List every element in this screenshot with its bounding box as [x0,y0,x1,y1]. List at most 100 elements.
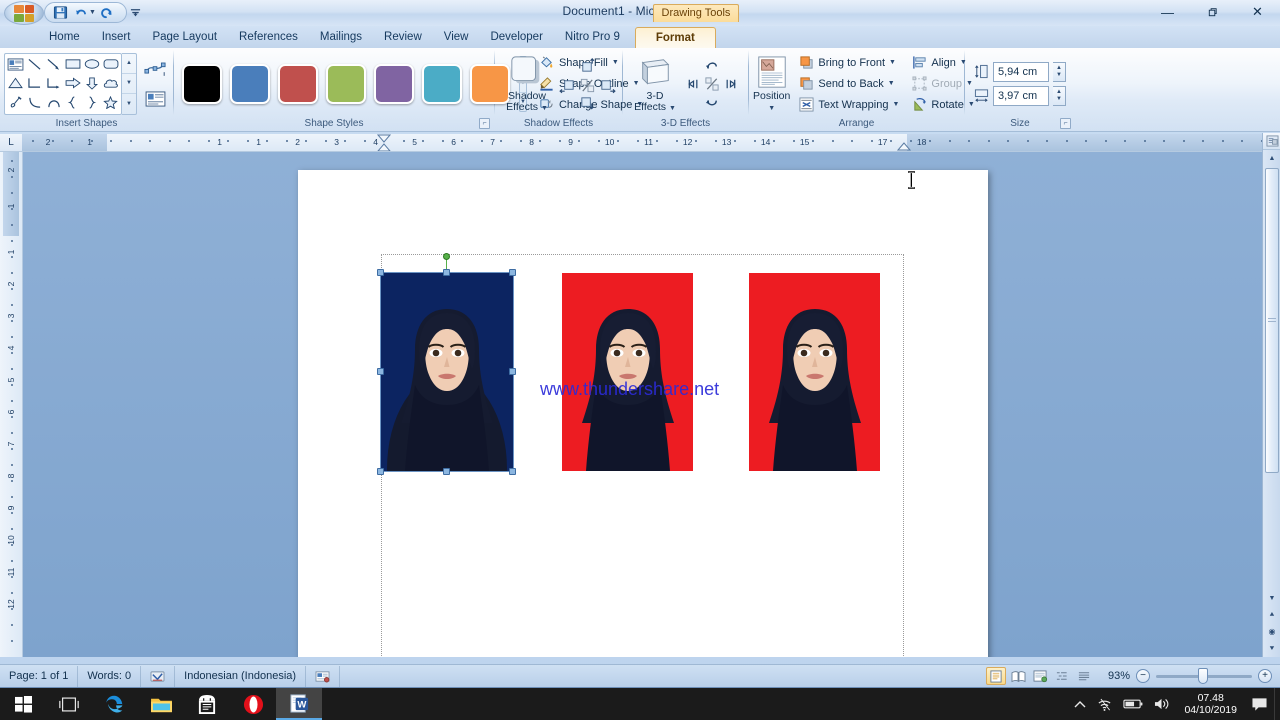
shape-style-teal[interactable] [422,63,462,104]
shape-right-brace-icon[interactable] [82,93,101,112]
zoom-in-button[interactable]: + [1258,669,1272,683]
nudge-shadow-right-icon[interactable] [597,75,617,95]
shape-elbow-connector-icon[interactable] [25,74,44,93]
action-center-icon[interactable] [1251,697,1268,712]
record-macro-icon[interactable] [306,665,341,687]
tab-insert[interactable]: Insert [91,27,142,48]
view-print-layout[interactable] [986,667,1006,685]
tab-developer[interactable]: Developer [479,27,553,48]
three-d-effects-button[interactable]: 3-D Effects ▼ [627,53,683,114]
shapes-scroll-up-icon[interactable]: ▲ [122,54,136,74]
resize-handle-ne[interactable] [509,269,516,276]
select-browse-object-top-icon[interactable] [1263,133,1280,150]
shape-style-purple[interactable] [374,63,414,104]
position-button[interactable]: Position ▼ [753,53,790,114]
status-language[interactable]: Indonesian (Indonesia) [175,665,307,687]
edit-points-icon[interactable] [142,56,168,82]
tab-review[interactable]: Review [373,27,433,48]
taskbar-clock[interactable]: 07.48 04/10/2019 [1180,692,1241,716]
volume-icon[interactable] [1153,697,1170,711]
shape-triangle-icon[interactable] [6,74,25,93]
microsoft-store-taskbar-icon[interactable] [184,688,230,720]
shadow-effects-button[interactable]: Shadow Effects ▼ [499,53,555,114]
shape-style-red[interactable] [278,63,318,104]
view-outline[interactable] [1052,667,1072,685]
nudge-shadow-up-icon[interactable] [577,55,597,75]
tilt-right-icon[interactable] [721,75,739,93]
view-full-screen-reading[interactable] [1008,667,1028,685]
send-to-back-dropdown-icon[interactable]: ▼ [888,80,895,87]
tab-page-layout[interactable]: Page Layout [141,27,228,48]
shape-style-green[interactable] [326,63,366,104]
shape-style-blue[interactable] [230,63,270,104]
file-explorer-taskbar-icon[interactable] [138,688,184,720]
tab-mailings[interactable]: Mailings [309,27,373,48]
edge-taskbar-icon[interactable] [92,688,138,720]
shape-left-brace-icon[interactable] [63,93,82,112]
word-taskbar-icon[interactable]: W [276,688,322,720]
shape-oval-icon[interactable] [82,55,101,74]
shape-arc-icon[interactable] [44,93,63,112]
bring-to-front-button[interactable]: Bring to Front ▼ [794,53,903,73]
status-page[interactable]: Page: 1 of 1 [0,665,79,687]
shape-scribble-icon[interactable] [6,93,25,112]
toggle-three-d-icon[interactable] [703,75,721,93]
resize-handle-e[interactable] [509,368,516,375]
tilt-down-icon[interactable] [703,93,721,111]
resize-handle-sw[interactable] [377,468,384,475]
resize-handle-n[interactable] [443,269,450,276]
document-page[interactable]: www.thundershare.net [298,170,988,657]
shapes-more-icon[interactable]: ▼ [122,94,136,113]
shape-curve-icon[interactable] [25,93,44,112]
send-to-back-button[interactable]: Send to Back ▼ [794,74,903,94]
text-wrapping-dropdown-icon[interactable]: ▼ [892,101,899,108]
right-indent-marker[interactable] [897,142,911,152]
proofing-errors-icon[interactable] [141,665,176,687]
show-desktop-button[interactable] [1274,688,1280,720]
resize-handle-nw[interactable] [377,269,384,276]
photo-red-1[interactable] [562,273,693,471]
shape-rectangle-icon[interactable] [63,55,82,74]
resize-handle-se[interactable] [509,468,516,475]
hanging-indent-marker[interactable] [377,143,391,152]
zoom-slider-track[interactable] [1156,667,1252,684]
shape-arrow-icon[interactable] [44,55,63,74]
photo-red-2[interactable] [749,273,880,471]
wifi-icon[interactable] [1096,697,1113,712]
tab-view[interactable]: View [433,27,480,48]
size-dialog-launcher[interactable]: ⌐ [1060,118,1071,129]
status-words[interactable]: Words: 0 [78,665,142,687]
resize-handle-w[interactable] [377,368,384,375]
select-browse-object-icon[interactable]: ◉ [1263,623,1280,640]
shape-right-arrow-icon[interactable] [63,74,82,93]
shape-cloud-icon[interactable] [101,74,120,93]
restore-button[interactable] [1190,0,1235,24]
shape-down-arrow-icon[interactable] [82,74,101,93]
shape-width-stepper[interactable]: ▲ ▼ [1053,85,1066,106]
shapes-gallery-scroll[interactable]: ▲ ▼ ▼ [122,52,137,115]
close-button[interactable]: ✕ [1235,0,1280,24]
minimize-button[interactable]: — [1145,0,1190,24]
previous-page-icon[interactable]: ⯅ [1263,606,1280,623]
scroll-up-arrow[interactable]: ▲ [1263,150,1280,166]
tab-nitro-pro[interactable]: Nitro Pro 9 [554,27,631,48]
text-wrapping-button[interactable]: Text Wrapping ▼ [794,95,903,115]
shape-text-box-icon[interactable] [6,55,25,74]
task-view-button[interactable] [46,688,92,720]
vertical-scrollbar[interactable]: ▲ ▼ ⯅ ◉ ⯆ [1262,133,1280,657]
next-page-icon[interactable]: ⯆ [1263,640,1280,657]
tab-format[interactable]: Format [634,27,716,48]
shape-star-icon[interactable] [101,93,120,112]
tilt-up-icon[interactable] [703,57,721,75]
shape-styles-dialog-launcher[interactable]: ⌐ [479,118,490,129]
shape-style-black[interactable] [182,63,222,104]
nudge-shadow-left-icon[interactable] [557,75,577,95]
draw-text-box-icon[interactable] [142,86,168,112]
document-canvas[interactable]: www.thundershare.net [23,152,1262,657]
shape-height-stepper[interactable]: ▲ ▼ [1053,61,1066,82]
shape-rounded-rectangle-icon[interactable] [101,55,120,74]
shape-line-icon[interactable] [25,55,44,74]
view-draft[interactable] [1074,667,1094,685]
tilt-left-icon[interactable] [685,75,703,93]
shape-elbow-arrow-icon[interactable] [44,74,63,93]
